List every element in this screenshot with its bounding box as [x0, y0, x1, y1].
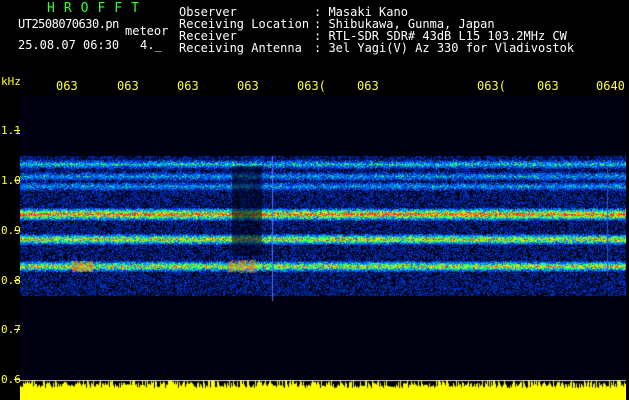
frequency-unit-label: kHz — [1, 75, 21, 88]
event-counter: 4._ — [140, 38, 162, 52]
time-tick: 063 — [117, 79, 139, 93]
time-tick: 063 — [237, 79, 259, 93]
time-tick: 063 — [537, 79, 559, 93]
observation-datetime: 25.08.07 06:30 — [18, 38, 120, 52]
antenna-value: : 3el Yagi(V) Az 330 for Vladivostok — [314, 41, 575, 55]
spectrogram — [20, 96, 626, 380]
time-tick: 063( — [297, 79, 326, 93]
antenna-key: Receiving Antenna — [179, 41, 302, 55]
event-label: meteor — [125, 24, 169, 38]
time-tick: 063 — [56, 79, 78, 93]
time-tick: 063 — [177, 79, 199, 93]
signal-level-strip — [20, 380, 626, 400]
time-tick: 063 — [357, 79, 379, 93]
time-tick: 0640 — [596, 79, 625, 93]
app-title: HROFFT — [47, 1, 148, 16]
file-name: UT2508070630.pn — [18, 17, 119, 31]
time-tick: 063( — [477, 79, 506, 93]
